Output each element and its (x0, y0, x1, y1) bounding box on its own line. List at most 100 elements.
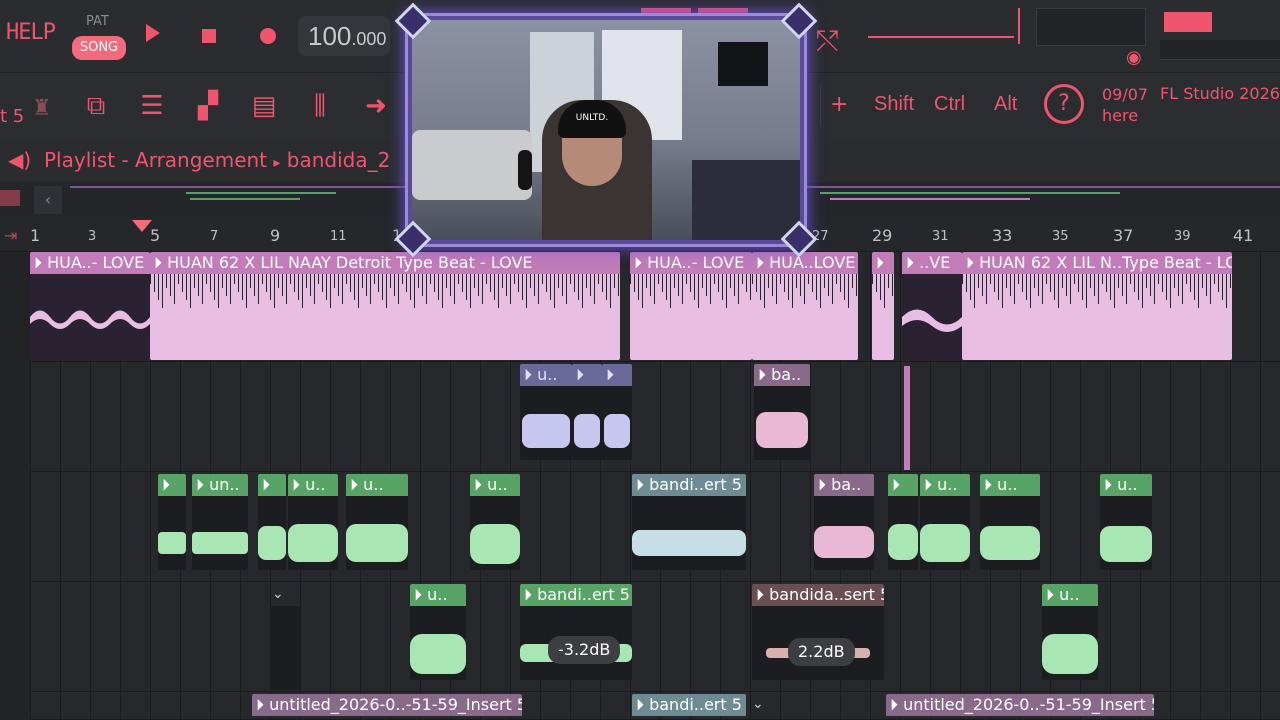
waveform-spike (578, 274, 579, 300)
audio-clip[interactable]: ⏵ bandi..ert 5 (520, 584, 632, 680)
waveform-spike (966, 274, 967, 292)
volume-badge[interactable]: 2.2dB (788, 638, 855, 666)
stop-icon[interactable] (202, 29, 216, 43)
pat-mode-label[interactable]: PAT (86, 14, 109, 29)
playhead-marker[interactable] (132, 220, 152, 232)
chevron-down-icon[interactable]: ⌄ (752, 696, 764, 712)
help-bubble-icon[interactable]: ? (1044, 84, 1084, 124)
audio-clip[interactable]: ⏵ ba.. (814, 474, 874, 570)
waveform-spike (234, 274, 235, 284)
waveform-spike (386, 274, 387, 308)
audio-clip[interactable]: ⏵ u.. (470, 474, 520, 570)
add-button[interactable]: + (830, 92, 848, 117)
track-5[interactable]: ⏵ untitled_2026-0..-51-59_Insert 5 ⏵ ban… (30, 692, 1280, 720)
audio-clip[interactable]: ⏵ HUAN 62 X LIL N..Type Beat - LOVE (962, 252, 1232, 360)
waveform-spike (642, 274, 643, 308)
record-icon[interactable] (260, 28, 276, 44)
audio-clip[interactable]: ⏵ u.. (1042, 584, 1098, 680)
help-menu[interactable]: HELP (6, 20, 56, 45)
audio-clip[interactable]: ⏵ un.. (192, 474, 248, 570)
song-mode-button[interactable]: SONG (72, 36, 126, 60)
audio-clip[interactable]: ⏵ HUAN 62 X LIL NAAY Detroit Type Beat -… (150, 252, 620, 360)
grid-line (1050, 472, 1051, 581)
grid-line (30, 582, 31, 691)
channel-rack-icon[interactable]: ☰ (130, 84, 174, 128)
waveform-spike (1030, 274, 1031, 308)
eye-icon[interactable]: ◉ (1126, 48, 1146, 68)
audio-clip[interactable]: ⏵ untitled_2026-0..-51-59_Insert 5 (886, 694, 1154, 720)
waveform-spike (190, 274, 191, 308)
tempo-display[interactable]: 100.000 (298, 16, 390, 56)
track-3[interactable]: ⏵ ⏵ un.. ⏵ ⏵ u.. ⏵ u.. ⏵ u.. ⏵ bandi..er… (30, 472, 1280, 582)
speaker-icon[interactable]: ◀) (8, 148, 31, 172)
arrow-right-icon[interactable]: ➜ (354, 84, 398, 128)
scroll-left-icon[interactable]: ‹ (34, 186, 62, 214)
grid-line (360, 582, 361, 691)
grid-line (720, 582, 721, 691)
audio-clip[interactable]: ⏵ u.. (346, 474, 408, 570)
chevron-down-icon[interactable]: ⌄ (272, 586, 284, 602)
playlist-icon[interactable]: ⧉ (74, 84, 118, 128)
scroll-left-decoration (0, 190, 20, 206)
audio-clip[interactable]: ⏵ ..VE (902, 252, 962, 360)
waveform-spike (888, 274, 889, 288)
audio-clip[interactable]: ⏵ u.. (410, 584, 466, 680)
piano-roll-icon[interactable]: ▞ (186, 84, 230, 128)
track-2[interactable]: ⏵ u.. ⏵ ⏵ ⏵ ba.. (30, 362, 1280, 472)
waveform-spike (282, 274, 283, 296)
ruler-arrow-icon[interactable]: ⇥ (4, 226, 17, 245)
grid-line (960, 362, 961, 471)
ctrl-key-button[interactable]: Ctrl (934, 93, 965, 116)
audio-clip[interactable]: ⏵ u.. (520, 364, 572, 460)
waveform-spike (170, 274, 171, 296)
audio-clip[interactable]: ⏵ bandi..ert 5 (632, 474, 746, 570)
audio-clip[interactable]: ⏵ u.. (980, 474, 1040, 570)
grid-line (900, 362, 901, 471)
clip-label: ⏵ HUA..LOVE (752, 252, 858, 274)
audio-clip[interactable]: ⏵ (158, 474, 186, 570)
waveform-spike (558, 274, 559, 288)
audio-clip[interactable]: ⏵ (888, 474, 918, 570)
pattern-selector[interactable]: bandida_2 (287, 148, 391, 172)
audio-clip[interactable]: ⏵ u.. (920, 474, 970, 570)
waveform-spike (158, 274, 159, 300)
clip-label: ⏵ u.. (410, 584, 466, 606)
audio-clip[interactable]: ⏵ u.. (1100, 474, 1152, 570)
audio-clip[interactable]: ⏵ (602, 364, 632, 460)
audio-clip[interactable]: ⏵ (572, 364, 602, 460)
audio-clip[interactable]: ⏵ HUA..LOVE (752, 252, 858, 360)
waveform-spike (828, 274, 829, 296)
alt-key-button[interactable]: Alt (994, 93, 1017, 116)
audio-clip[interactable]: ⏵ HUA..- LOVE (630, 252, 752, 360)
grid-line (1230, 582, 1231, 691)
track-4[interactable]: ⌄ ⏵ u.. ⏵ bandi..ert 5 -3.2dB ⏵ bandida.… (30, 582, 1280, 692)
grid-line (300, 582, 301, 691)
audio-clip[interactable]: ⏵ (258, 474, 286, 570)
grid-line (1230, 692, 1231, 719)
clip-label: ⏵ u.. (288, 474, 338, 496)
piano-icon[interactable]: ♜ (32, 96, 52, 121)
grid-line (120, 472, 121, 581)
audio-clip[interactable]: ⏵ (872, 252, 894, 360)
browser-icon[interactable]: ▤ (242, 84, 286, 128)
waveform-spike (670, 274, 671, 308)
waveform-spike (1186, 274, 1187, 284)
audio-clip[interactable]: ⏵ HUA..- LOVE (30, 252, 150, 360)
automation-marker[interactable] (904, 366, 910, 470)
waveform-spike (990, 274, 991, 284)
waveform-spike (306, 274, 307, 288)
audio-clip[interactable]: ⏵ bandi..ert 5 (632, 694, 746, 720)
grid-line (120, 692, 121, 719)
volume-badge[interactable]: -3.2dB (548, 636, 621, 664)
metronome-icon[interactable]: ⤲ (816, 24, 838, 58)
waveform-spike (1082, 274, 1083, 300)
audio-clip[interactable]: ⏵ ba.. (754, 364, 810, 460)
play-icon[interactable] (146, 24, 160, 42)
track-1[interactable]: ⏵ HUA..- LOVE ⏵ HUAN 62 X LIL NAAY Detro… (30, 252, 1280, 362)
audio-clip[interactable]: ⏵ untitled_2026-0..-51-59_Insert 5 (252, 694, 522, 720)
grid-line (300, 362, 301, 471)
audio-clip[interactable]: ⏵ u.. (288, 474, 338, 570)
mixer-icon[interactable]: ⫼ (298, 84, 342, 128)
shift-key-button[interactable]: Shift (874, 93, 914, 116)
waveform-spike (446, 274, 447, 288)
